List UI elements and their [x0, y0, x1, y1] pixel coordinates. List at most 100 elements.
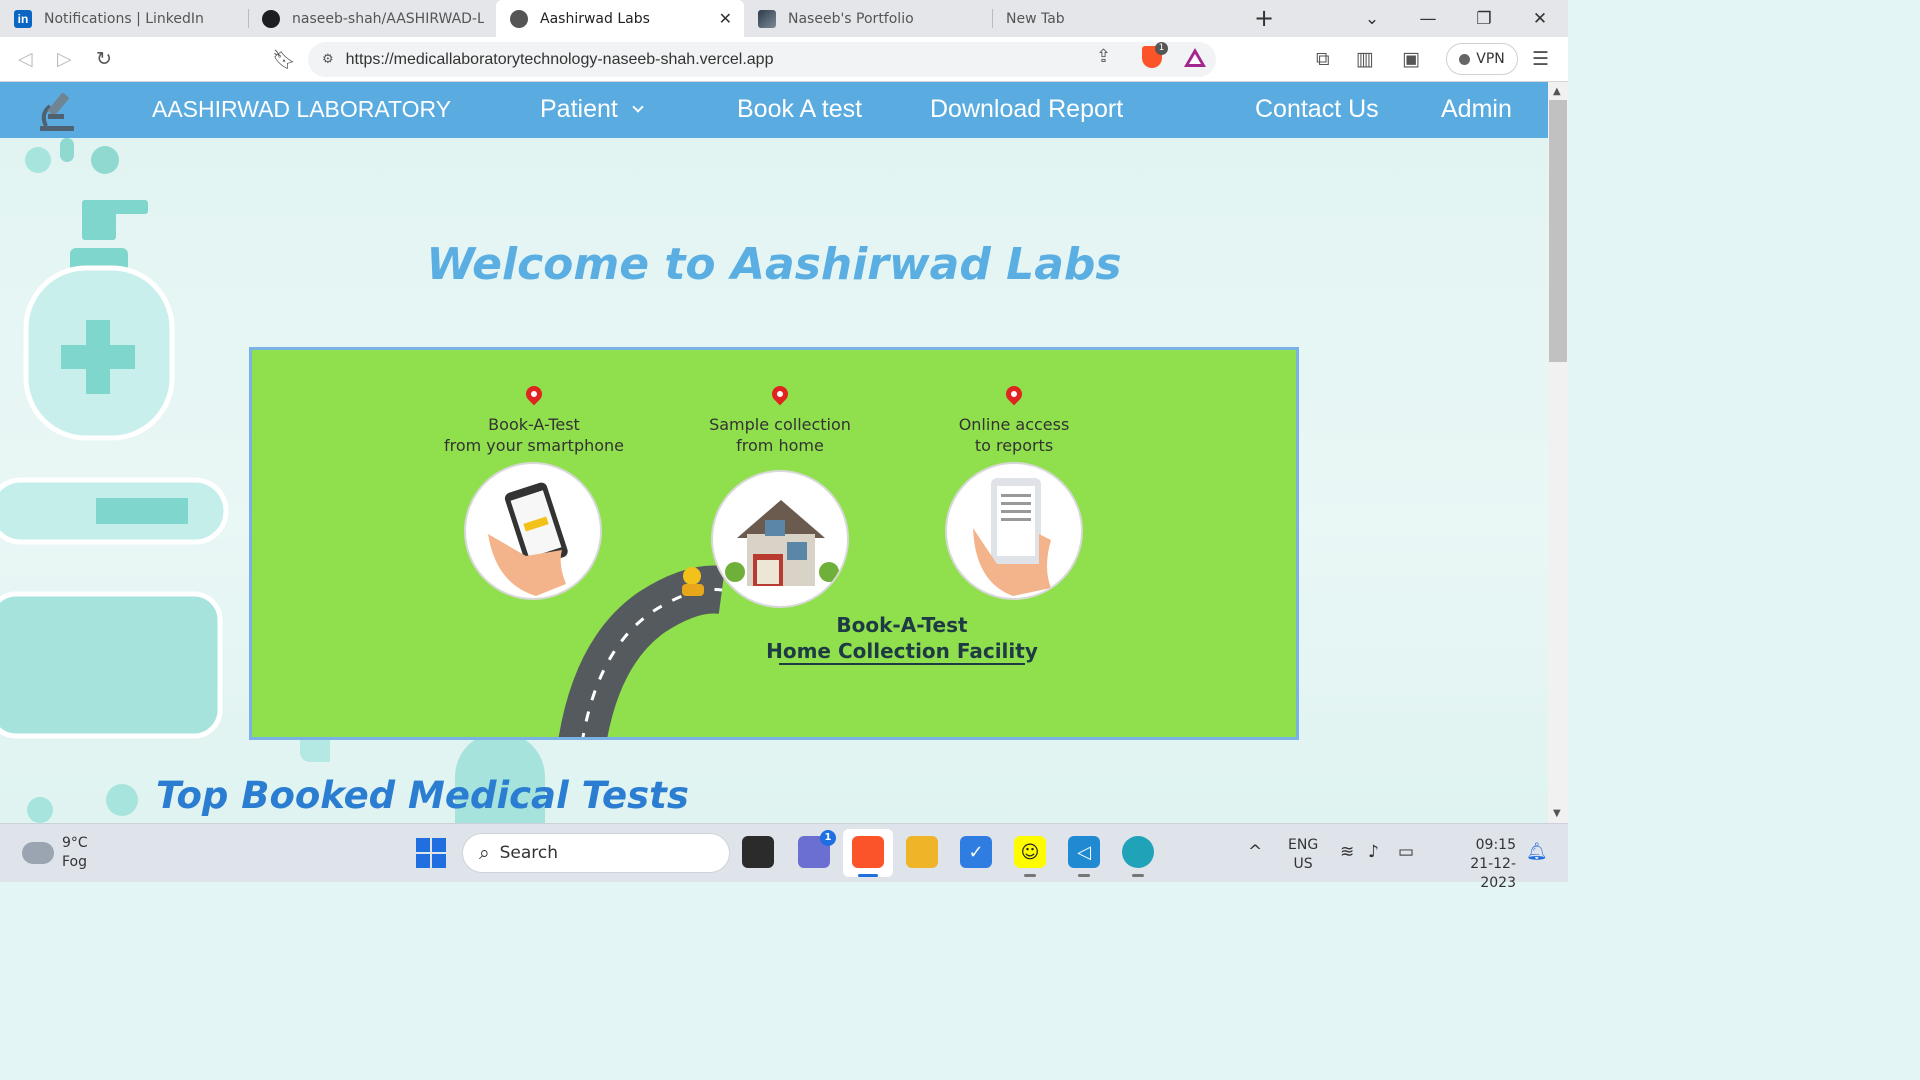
- battery-icon[interactable]: ▭: [1398, 842, 1414, 862]
- smartphone-booking-illustration: [464, 462, 602, 600]
- volume-icon[interactable]: ♪: [1368, 842, 1379, 862]
- home-collection-banner: Book-A-Test from your smartphone Sample …: [249, 347, 1299, 740]
- vpn-label: VPN: [1476, 51, 1505, 67]
- tab-aashirwad-labs[interactable]: Aashirwad Labs ✕: [496, 0, 744, 37]
- tab-title: Naseeb's Portfolio: [788, 10, 914, 27]
- brand-link[interactable]: AASHIRWAD LABORATORY: [152, 96, 451, 123]
- window-controls: ⌄ — ❐ ✕: [1344, 0, 1568, 37]
- restore-icon[interactable]: ❐: [1456, 9, 1512, 29]
- notification-bell-icon[interactable]: 🔔︎: [1526, 842, 1548, 862]
- tab-title: Notifications | LinkedIn: [44, 10, 204, 27]
- close-window-icon[interactable]: ✕: [1512, 9, 1568, 29]
- home-collection-title: Book-A-Test Home Collection Facility: [742, 612, 1062, 664]
- nav-admin[interactable]: Admin: [1441, 95, 1512, 124]
- tab-new-tab[interactable]: New Tab: [992, 0, 1232, 37]
- report-phone-icon: [973, 478, 1051, 596]
- portrait-icon: [758, 9, 776, 28]
- taskbar-search[interactable]: ⌕ Search: [462, 833, 730, 873]
- page-scrollbar[interactable]: ▲ ▼: [1548, 82, 1568, 823]
- menu-icon[interactable]: ☰: [1532, 48, 1549, 70]
- scroll-down-icon[interactable]: ▼: [1553, 808, 1561, 819]
- search-icon: ⌕: [479, 842, 490, 864]
- location-pin-icon: [768, 382, 792, 406]
- show-hidden-icons-chevron[interactable]: ^: [1248, 842, 1262, 862]
- tab-title: New Tab: [1006, 10, 1065, 27]
- clock-time: 09:15: [1475, 837, 1516, 853]
- microscope-logo-icon[interactable]: [36, 88, 82, 134]
- browser-tab-strip: in Notifications | LinkedIn naseeb-shah/…: [0, 0, 1568, 37]
- vpn-status-icon: [1459, 53, 1471, 65]
- clock[interactable]: 09:15 21-12-2023: [1438, 836, 1516, 893]
- address-bar[interactable]: ⚙ https://medicallaboratorytechnology-na…: [308, 42, 1216, 77]
- caption-line: Online access: [958, 415, 1070, 434]
- site-settings-icon[interactable]: ⚙: [322, 52, 334, 67]
- back-icon[interactable]: ◁: [18, 48, 33, 70]
- new-tab-plus-icon[interactable]: +: [1254, 4, 1274, 32]
- nav-book-test[interactable]: Book A test: [737, 95, 862, 124]
- brave-shields-icon[interactable]: 1: [1142, 42, 1168, 68]
- vscode-icon[interactable]: ◁: [1068, 836, 1100, 877]
- browser-toolbar: ◁ ▷ ↻ 🔖︎ ⚙ https://medicallaboratorytech…: [0, 37, 1568, 82]
- facility-line: Book-A-Test: [836, 613, 968, 637]
- github-icon: [262, 9, 280, 28]
- share-icon[interactable]: ⇪: [1096, 46, 1111, 67]
- nav-download-report[interactable]: Download Report: [930, 95, 1123, 124]
- facility-line: Home Collection Facility: [766, 639, 1038, 663]
- scrollbar-thumb[interactable]: [1549, 100, 1567, 362]
- brave-browser-icon[interactable]: [852, 836, 884, 877]
- tab-title: Aashirwad Labs: [540, 10, 650, 27]
- globe-icon: [510, 9, 528, 28]
- windows-taskbar: 9°C Fog ⌕ Search 1 ✓ ☺ ◁ ^ ENG US ≋ ♪ ▭ …: [0, 823, 1568, 891]
- teams-badge: 1: [820, 830, 836, 846]
- location-pin-icon: [1002, 382, 1026, 406]
- nav-patient-dropdown[interactable]: Patient: [540, 95, 644, 124]
- nav-contact-us[interactable]: Contact Us: [1255, 95, 1379, 124]
- shield-count-badge: 1: [1155, 42, 1168, 55]
- tab-github[interactable]: naseeb-shah/AASHIRWAD-Lab: [248, 0, 496, 37]
- top-tests-heading: Top Booked Medical Tests: [156, 774, 689, 817]
- windows-start-icon[interactable]: [416, 838, 446, 868]
- house-illustration: [711, 470, 849, 608]
- url-text: https://medicallaboratorytechnology-nase…: [345, 50, 774, 68]
- web-page: AASHIRWAD LABORATORY Patient Book A test…: [0, 82, 1548, 823]
- caption-line: to reports: [974, 436, 1054, 455]
- clock-date: 21-12-2023: [1470, 856, 1516, 891]
- teams-chat-icon[interactable]: 1: [798, 830, 836, 868]
- brave-rewards-icon[interactable]: [1184, 48, 1206, 67]
- reload-icon[interactable]: ↻: [96, 48, 112, 70]
- search-placeholder: Search: [499, 843, 559, 863]
- lang-line1: ENG: [1288, 837, 1319, 853]
- task-view-icon[interactable]: [742, 836, 774, 868]
- snapchat-icon[interactable]: ☺: [1014, 836, 1046, 877]
- site-navbar: AASHIRWAD LABORATORY Patient Book A test…: [0, 82, 1548, 138]
- minimize-icon[interactable]: —: [1400, 9, 1456, 29]
- tab-title: naseeb-shah/AASHIRWAD-Lab: [292, 10, 484, 27]
- sidebar-icon[interactable]: ▥: [1356, 48, 1374, 70]
- linkedin-icon: in: [14, 9, 32, 28]
- extensions-icon[interactable]: ⧉: [1316, 48, 1330, 70]
- lang-line2: US: [1293, 856, 1313, 872]
- forward-icon[interactable]: ▷: [57, 48, 72, 70]
- scroll-up-icon[interactable]: ▲: [1553, 86, 1561, 97]
- step-caption-reports: Online access to reports: [894, 414, 1134, 456]
- tab-list-chevron-icon[interactable]: ⌄: [1344, 9, 1400, 29]
- weather-condition: Fog: [62, 854, 88, 870]
- welcome-heading: Welcome to Aashirwad Labs: [426, 239, 1122, 290]
- close-tab-icon[interactable]: ✕: [719, 9, 732, 28]
- bookmark-icon[interactable]: 🔖︎: [272, 48, 296, 71]
- nav-patient-label: Patient: [540, 95, 618, 123]
- hand-phone-icon: [488, 482, 568, 596]
- online-reports-illustration: [945, 462, 1083, 600]
- house-icon: [725, 500, 839, 586]
- tab-portfolio[interactable]: Naseeb's Portfolio: [744, 0, 992, 37]
- file-explorer-icon[interactable]: [906, 836, 938, 868]
- edge-browser-icon[interactable]: [1122, 836, 1154, 877]
- vpn-button[interactable]: VPN: [1446, 43, 1518, 75]
- weather-temp: 9°C: [62, 835, 88, 851]
- wifi-icon[interactable]: ≋: [1340, 842, 1354, 862]
- weather-widget[interactable]: 9°C Fog: [22, 834, 88, 872]
- wallet-icon[interactable]: ▣: [1402, 48, 1420, 70]
- todo-check-icon[interactable]: ✓: [960, 836, 992, 868]
- language-indicator[interactable]: ENG US: [1288, 836, 1318, 874]
- tab-linkedin[interactable]: in Notifications | LinkedIn: [0, 0, 248, 37]
